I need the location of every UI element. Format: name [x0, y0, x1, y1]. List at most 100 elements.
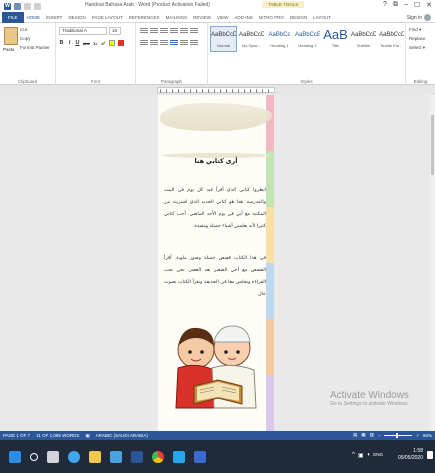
- copy-button[interactable]: Copy: [20, 36, 31, 41]
- style-subtle-emphasis[interactable]: AaBbCcDa Subtle Em...: [378, 26, 405, 52]
- minimize-button[interactable]: –: [404, 1, 408, 9]
- tab-nitro-pro[interactable]: NITRO PRO: [256, 12, 287, 23]
- ruler-page-area[interactable]: [157, 87, 275, 93]
- chrome-icon[interactable]: [152, 450, 164, 463]
- italic-button[interactable]: I: [67, 40, 72, 46]
- paste-button[interactable]: Paste: [3, 47, 15, 52]
- cut-button[interactable]: Cut: [20, 27, 27, 32]
- justify-icon[interactable]: [170, 40, 178, 46]
- network-icon[interactable]: ▣: [358, 452, 364, 459]
- notifications-icon[interactable]: [427, 451, 433, 459]
- align-center-icon[interactable]: [150, 40, 158, 46]
- font-size-box[interactable]: 16: [109, 27, 121, 35]
- sort-icon[interactable]: [190, 28, 198, 34]
- shading-icon[interactable]: [190, 40, 198, 46]
- status-right: ▤ ▦ ▥ – + 60%: [353, 432, 432, 438]
- tab-review[interactable]: REVIEW: [190, 12, 214, 23]
- format-painter-button[interactable]: Format Painter: [20, 45, 50, 50]
- tab-file[interactable]: FILE: [2, 11, 24, 23]
- multilevel-list-icon[interactable]: [160, 28, 168, 34]
- task-view-icon[interactable]: [47, 450, 59, 463]
- style-no-spacing[interactable]: AaBbCcDd No Spac...: [238, 26, 265, 52]
- zoom-in-button[interactable]: +: [416, 433, 419, 438]
- language-tray[interactable]: ENG: [373, 452, 383, 459]
- find-button[interactable]: Find ▾: [409, 27, 421, 33]
- clipboard-group-label: Clipboard: [17, 79, 38, 84]
- volume-icon[interactable]: ◖: [367, 452, 371, 459]
- proofing-icon[interactable]: ▣: [85, 433, 89, 439]
- word-taskbar-icon[interactable]: [131, 450, 143, 463]
- avatar[interactable]: [424, 14, 431, 21]
- watermark-title: Activate Windows: [330, 390, 409, 401]
- superscript-button[interactable]: x²: [101, 41, 106, 46]
- language-indicator[interactable]: ARABIC (SAUDI ARABIA): [96, 433, 148, 439]
- scrollbar-thumb[interactable]: [431, 115, 434, 175]
- watermark-subtitle: Go to Settings to activate Windows.: [330, 401, 409, 407]
- zoom-out-button[interactable]: –: [378, 433, 381, 438]
- help-button[interactable]: ?: [383, 1, 387, 9]
- zoom-slider[interactable]: [384, 432, 413, 438]
- zoom-slider-knob[interactable]: [396, 432, 399, 438]
- highlight-color-icon[interactable]: [108, 40, 115, 46]
- subscript-button[interactable]: x₂: [93, 41, 98, 46]
- style-normal[interactable]: AaBbCcDd Normal: [210, 26, 237, 52]
- tab-design[interactable]: DESIGN: [65, 12, 88, 23]
- word-count[interactable]: 11 OF 1,085 WORDS: [36, 433, 79, 439]
- save-icon[interactable]: [14, 2, 21, 10]
- horizontal-ruler[interactable]: [0, 85, 435, 95]
- undo-icon[interactable]: [24, 2, 31, 10]
- select-button[interactable]: Select ▾: [409, 45, 425, 51]
- search-icon[interactable]: [30, 452, 38, 461]
- font-color-icon[interactable]: [117, 40, 124, 46]
- bullets-icon[interactable]: [140, 28, 148, 34]
- page-count[interactable]: PAGE 1 OF 7: [3, 433, 30, 439]
- tab-references[interactable]: REFERENCES: [126, 12, 163, 23]
- zoom-level[interactable]: 60%: [423, 433, 432, 438]
- tab-insert[interactable]: INSERT: [43, 12, 65, 23]
- decrease-indent-icon[interactable]: [170, 28, 178, 34]
- bold-button[interactable]: B: [59, 40, 64, 46]
- line-spacing-icon[interactable]: [180, 40, 188, 46]
- ribbon-display-button[interactable]: ⧉: [393, 1, 398, 9]
- increase-indent-icon[interactable]: [180, 28, 188, 34]
- style-heading-2[interactable]: AaBbCcE Heading 2: [294, 26, 321, 52]
- underline-button[interactable]: U: [75, 40, 80, 46]
- paste-icon[interactable]: [4, 27, 18, 45]
- edge-browser-icon[interactable]: [68, 450, 80, 463]
- tray-chevron-icon[interactable]: ^: [352, 452, 355, 459]
- sign-in-link[interactable]: Sign in: [407, 15, 422, 21]
- media-player-icon[interactable]: [173, 450, 185, 463]
- tab-table-layout[interactable]: LAYOUT: [310, 12, 334, 23]
- redo-icon[interactable]: [34, 2, 41, 10]
- tab-table-design[interactable]: DESIGN: [287, 12, 310, 23]
- style-heading-1[interactable]: AaBbCc Heading 1: [266, 26, 293, 52]
- account-area[interactable]: Sign in: [407, 14, 431, 21]
- tab-page-layout[interactable]: PAGE LAYOUT: [89, 12, 126, 23]
- tab-add-ins[interactable]: ADD-INS: [231, 12, 256, 23]
- tab-view[interactable]: VIEW: [214, 12, 232, 23]
- styles-group-label: Styles: [300, 79, 313, 84]
- align-left-icon[interactable]: [140, 40, 148, 46]
- style-subtitle[interactable]: AaBbCcD Subtitle: [350, 26, 377, 52]
- style-title[interactable]: AaB Title: [322, 26, 349, 52]
- replace-button[interactable]: Replace: [409, 36, 426, 41]
- align-right-icon[interactable]: [160, 40, 168, 46]
- strikethrough-button[interactable]: abc: [83, 41, 90, 46]
- page-color-band: [266, 95, 274, 151]
- numbering-icon[interactable]: [150, 28, 158, 34]
- close-button[interactable]: ✕: [426, 1, 432, 9]
- tab-mailings[interactable]: MAILINGS: [163, 12, 191, 23]
- font-name-box[interactable]: Traditional A: [59, 27, 107, 35]
- document-page[interactable]: أرى كتابي هنا انظروا كتابي الذي أقرأ فيه…: [158, 95, 274, 431]
- word-document-icon[interactable]: [194, 450, 206, 463]
- windows-start-icon[interactable]: [9, 450, 21, 463]
- store-icon[interactable]: [110, 450, 122, 463]
- tab-home[interactable]: HOME: [24, 12, 44, 23]
- vertical-scrollbar[interactable]: [430, 95, 435, 431]
- web-layout-icon[interactable]: ▥: [370, 432, 374, 438]
- file-explorer-icon[interactable]: [89, 450, 101, 463]
- read-mode-icon[interactable]: ▤: [353, 432, 357, 438]
- clock[interactable]: 1:58 05/05/2020: [398, 448, 423, 462]
- maximize-button[interactable]: ☐: [414, 1, 420, 9]
- print-layout-icon[interactable]: ▦: [361, 432, 365, 438]
